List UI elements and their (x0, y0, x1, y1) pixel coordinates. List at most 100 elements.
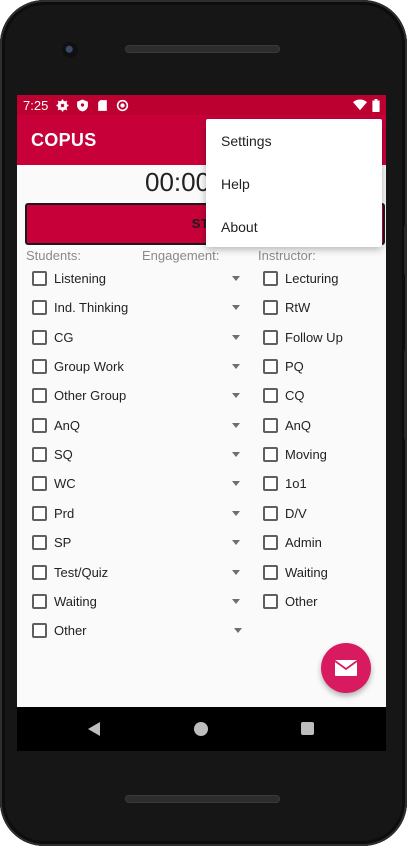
checkbox[interactable] (263, 387, 278, 403)
engagement-header: Engagement: (142, 248, 220, 263)
instructor-row-lecturing[interactable]: Lecturing (263, 266, 338, 290)
instructor-row-moving[interactable]: Moving (263, 442, 327, 466)
engagement-dropdown-icon[interactable] (232, 423, 240, 428)
checkbox[interactable] (32, 358, 47, 374)
student-row-group-work[interactable]: Group Work (32, 354, 124, 378)
engagement-dropdown-icon[interactable] (232, 540, 240, 545)
checkbox-label: Waiting (285, 564, 328, 580)
do-not-disturb-icon (117, 99, 129, 111)
engagement-dropdown-icon[interactable] (232, 511, 240, 516)
engagement-dropdown-icon[interactable] (232, 335, 240, 340)
student-row-waiting[interactable]: Waiting (32, 589, 97, 613)
student-row-other-group[interactable]: Other Group (32, 383, 126, 407)
checkbox[interactable] (32, 299, 47, 315)
checkbox[interactable] (263, 534, 278, 550)
student-row-test-quiz[interactable]: Test/Quiz (32, 560, 108, 584)
battery-icon (372, 98, 380, 112)
menu-item-about[interactable]: About (206, 205, 382, 248)
checkbox[interactable] (263, 358, 278, 374)
checkbox[interactable] (32, 329, 47, 345)
instructor-row-anq[interactable]: AnQ (263, 413, 311, 437)
checkbox[interactable] (32, 505, 47, 521)
checkbox-label: AnQ (285, 417, 312, 433)
student-row-wc[interactable]: WC (32, 471, 76, 495)
checkbox-label: 1o1 (285, 475, 307, 491)
checkbox[interactable] (32, 593, 47, 609)
engagement-dropdown-icon[interactable] (232, 570, 240, 575)
checkbox-label: Moving (285, 446, 327, 462)
student-row-sq[interactable]: SQ (32, 442, 73, 466)
home-icon[interactable] (194, 722, 208, 736)
checkbox-label: Other Group (54, 387, 127, 403)
back-icon[interactable] (88, 722, 100, 736)
checkbox-label: SP (54, 534, 72, 550)
instructor-header: Instructor: (258, 248, 316, 263)
checkbox[interactable] (32, 622, 47, 638)
student-row-anq[interactable]: AnQ (32, 413, 80, 437)
engagement-dropdown-icon[interactable] (232, 276, 240, 281)
checkbox[interactable] (263, 270, 278, 286)
email-fab-button[interactable] (321, 643, 371, 693)
checkbox[interactable] (263, 505, 278, 521)
checkbox[interactable] (263, 329, 278, 345)
checkbox-label: Test/Quiz (54, 564, 109, 580)
sd-card-icon (98, 99, 108, 111)
timer-display: 00:00 (145, 167, 211, 197)
instructor-row-admin[interactable]: Admin (263, 530, 322, 554)
shield-icon (77, 99, 89, 111)
student-row-sp[interactable]: SP (32, 530, 71, 554)
instructor-row-rtw[interactable]: RtW (263, 295, 310, 319)
engagement-dropdown-icon[interactable] (232, 393, 240, 398)
checkbox-label: CG (54, 329, 74, 345)
checkbox[interactable] (263, 593, 278, 609)
checkbox[interactable] (32, 534, 47, 550)
checkbox[interactable] (32, 564, 47, 580)
checkbox[interactable] (32, 417, 47, 433)
menu-item-help[interactable]: Help (206, 162, 382, 205)
checkbox[interactable] (32, 475, 47, 491)
instructor-row-waiting[interactable]: Waiting (263, 560, 328, 584)
checkbox-label: CQ (285, 387, 305, 403)
checkbox-label: WC (54, 475, 76, 491)
checkbox-label: Group Work (54, 358, 124, 374)
engagement-dropdown-icon[interactable] (232, 305, 240, 310)
student-row-listening[interactable]: Listening (32, 266, 106, 290)
engagement-dropdown-icon[interactable] (232, 364, 240, 369)
phone-frame: 7:25 COPUS 00:00 STA Students: Engagemen… (0, 0, 407, 846)
engagement-dropdown-icon[interactable] (232, 599, 240, 604)
instructor-row-other[interactable]: Other (263, 589, 318, 613)
recent-apps-icon[interactable] (301, 722, 314, 735)
status-bar: 7:25 (17, 95, 386, 115)
settings-gear-icon (56, 99, 69, 111)
checkbox[interactable] (32, 270, 47, 286)
checkbox-label: PQ (285, 358, 304, 374)
instructor-row-1o1[interactable]: 1o1 (263, 471, 307, 495)
checkbox[interactable] (263, 299, 278, 315)
instructor-row-cq[interactable]: CQ (263, 383, 305, 407)
engagement-dropdown-icon[interactable] (232, 452, 240, 457)
checkbox-label: AnQ (54, 417, 81, 433)
student-row-cg[interactable]: CG (32, 325, 74, 349)
checkbox[interactable] (32, 446, 47, 462)
checkbox-label: Prd (54, 505, 75, 521)
checkbox[interactable] (263, 475, 278, 491)
checkbox-label: Waiting (54, 593, 97, 609)
checkbox-label: SQ (54, 446, 73, 462)
checkbox-label: Ind. Thinking (54, 299, 129, 315)
instructor-row-dv[interactable]: D/V (263, 501, 307, 525)
student-row-ind-thinking[interactable]: Ind. Thinking (32, 295, 128, 319)
menu-item-settings[interactable]: Settings (206, 119, 382, 162)
checkbox[interactable] (263, 564, 278, 580)
engagement-dropdown-icon[interactable] (232, 481, 240, 486)
front-camera (62, 42, 78, 58)
engagement-dropdown-icon[interactable] (234, 628, 242, 633)
student-row-other[interactable]: Other (32, 618, 87, 642)
student-row-prd[interactable]: Prd (32, 501, 74, 525)
checkbox[interactable] (32, 387, 47, 403)
students-header: Students: (26, 248, 81, 263)
checkbox[interactable] (263, 446, 278, 462)
overflow-menu: Settings Help About (206, 119, 382, 247)
checkbox[interactable] (263, 417, 278, 433)
instructor-row-pq[interactable]: PQ (263, 354, 304, 378)
instructor-row-follow-up[interactable]: Follow Up (263, 325, 343, 349)
